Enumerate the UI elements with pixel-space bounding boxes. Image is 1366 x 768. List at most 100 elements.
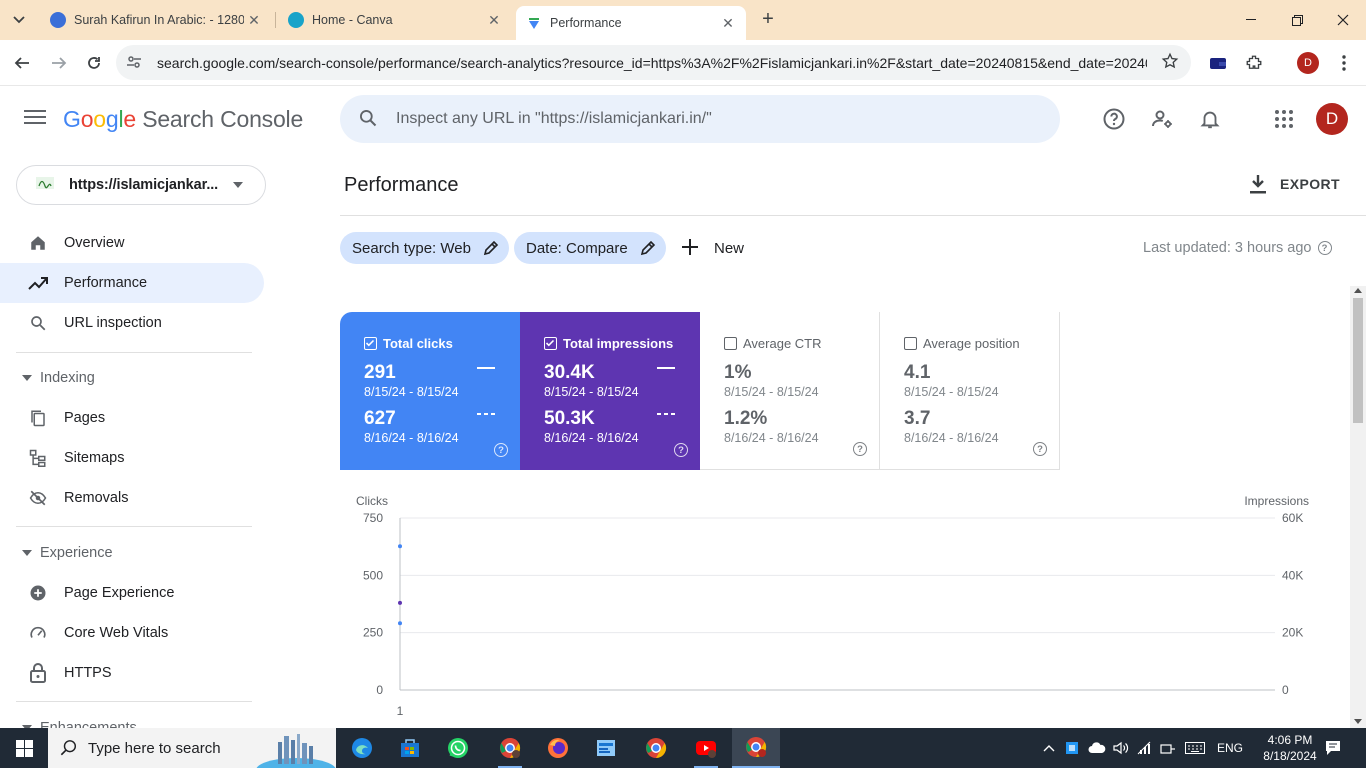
close-window-button[interactable] [1320,0,1366,40]
taskbar-chrome-icon[interactable] [632,728,680,768]
taskbar-store-icon[interactable] [386,728,434,768]
main-menu-icon[interactable] [24,106,46,128]
tray-overflow-chevron-icon[interactable] [1040,728,1058,768]
notification-center-icon[interactable] [1320,728,1346,768]
new-tab-button[interactable]: + [756,8,780,32]
start-button[interactable] [0,728,48,768]
url-inspection-input[interactable] [396,107,1036,131]
close-tab-icon[interactable]: ✕ [718,15,738,32]
metric-average-ctr[interactable]: Average CTR 1% 8/15/24 - 8/15/24 1.2% 8/… [700,312,880,470]
search-highlight-skyline-icon [256,734,336,768]
date-filter-chip[interactable]: Date: Compare [514,232,666,264]
sidebar-item-performance[interactable]: Performance [0,263,264,303]
metric-total-impressions[interactable]: Total impressions 30.4K 8/15/24 - 8/15/2… [520,312,700,470]
site-info-icon[interactable] [126,54,144,72]
notifications-bell-icon[interactable] [1197,106,1223,132]
sidebar-item-overview[interactable]: Overview [0,223,264,263]
sidebar-section-experience[interactable]: Experience [0,533,264,573]
browser-tab-performance[interactable]: Performance ✕ [516,6,746,40]
taskbar-firefox-icon[interactable] [534,728,582,768]
page-scrollbar[interactable] [1350,286,1366,728]
taskbar-edge-icon[interactable] [338,728,386,768]
address-bar[interactable]: search.google.com/search-console/perform… [116,45,1191,80]
checkbox-unchecked-icon[interactable] [724,337,737,350]
taskbar-clock[interactable]: 4:06 PM 8/18/2024 [1256,732,1324,764]
browser-profile-avatar[interactable]: D [1297,52,1319,74]
sidebar-item-pages[interactable]: Pages [0,398,264,438]
tray-volume-icon[interactable] [1110,728,1132,768]
sidebar-item-sitemaps[interactable]: Sitemaps [0,438,264,478]
account-avatar[interactable]: D [1316,103,1348,135]
apps-grid-icon[interactable] [1271,106,1297,132]
browser-tab-surah[interactable]: Surah Kafirun In Arabic: - 1280 ✕ [40,0,272,40]
taskbar-file-explorer-icon[interactable] [582,728,630,768]
sidebar-section-enhancements[interactable]: Enhancements [0,708,264,728]
close-tab-icon[interactable]: ✕ [244,12,264,29]
back-button[interactable] [8,49,36,77]
reload-button[interactable] [80,49,108,77]
scroll-down-arrow-icon[interactable] [1354,719,1362,724]
x-axis-tick-label: 1 [397,704,404,718]
chip-label: Date: Compare [526,239,628,257]
search-console-logo[interactable]: Google Search Console [63,106,303,133]
browser-tab-canva[interactable]: Home - Canva ✕ [278,0,512,40]
metric-total-clicks[interactable]: Total clicks 291 8/15/24 - 8/15/24 627 8… [340,312,520,470]
checkbox-checked-icon[interactable] [544,337,557,350]
tray-device-icon[interactable] [1158,728,1178,768]
chip-label: Search type: Web [352,239,471,257]
search-type-filter-chip[interactable]: Search type: Web [340,232,509,264]
address-url-text[interactable]: search.google.com/search-console/perform… [157,55,1147,71]
browser-menu-icon[interactable] [1333,52,1355,74]
tray-keyboard-icon[interactable] [1182,728,1208,768]
sidebar-item-label: Removals [64,490,129,506]
new-filter-button[interactable]: New [680,236,744,260]
help-icon[interactable]: ? [674,443,688,457]
help-icon[interactable]: ? [853,442,867,456]
minimize-icon [1246,19,1256,20]
taskbar-search-box[interactable]: Type here to search [48,728,336,768]
property-selector[interactable]: https://islamicjankar... [16,165,266,205]
extension-wallet-icon[interactable] [1207,52,1229,74]
taskbar-whatsapp-icon[interactable] [434,728,482,768]
scroll-up-arrow-icon[interactable] [1354,288,1362,293]
left-axis-tick-label: 750 [363,511,383,525]
close-tab-icon[interactable]: ✕ [484,12,504,29]
bookmark-star-icon[interactable] [1161,52,1179,75]
tray-network-icon[interactable] [1134,728,1156,768]
sidebar-item-page-experience[interactable]: Page Experience [0,573,264,613]
minimize-window-button[interactable] [1228,0,1274,40]
taskbar-chrome-profile-icon[interactable] [486,728,534,768]
help-icon[interactable] [1101,106,1127,132]
collapse-caret-icon [22,550,32,556]
export-button[interactable]: EXPORT [1248,170,1340,198]
help-icon[interactable]: ? [1317,241,1332,255]
search-icon [28,313,48,333]
checkbox-checked-icon[interactable] [364,337,377,350]
tray-language[interactable]: ENG [1212,728,1248,768]
metric-average-position[interactable]: Average position 4.1 8/15/24 - 8/15/24 3… [880,312,1060,470]
right-axis-tick-label: 60K [1282,511,1303,525]
last-updated-text: Last updated: 3 hours ago [1143,240,1312,256]
sidebar-item-url-inspection[interactable]: URL inspection [0,303,264,343]
checkbox-unchecked-icon[interactable] [904,337,917,350]
restore-window-button[interactable] [1274,0,1320,40]
metric-value-compare: 1.2% [724,408,768,429]
taskbar-chrome-active-icon[interactable] [732,728,780,768]
close-icon [1337,14,1349,26]
sidebar-section-indexing[interactable]: Indexing [0,358,264,398]
sidebar-item-removals[interactable]: Removals [0,478,264,518]
tray-app-icon[interactable] [1062,728,1082,768]
forward-button[interactable] [45,49,73,77]
url-inspection-search[interactable] [340,95,1060,143]
help-icon[interactable]: ? [494,443,508,457]
scrollbar-thumb[interactable] [1353,298,1363,423]
google-wordmark: Google [63,106,136,132]
sidebar-item-https[interactable]: HTTPS [0,653,264,693]
help-icon[interactable]: ? [1033,442,1047,456]
tab-search-button[interactable] [6,8,32,32]
extensions-puzzle-icon[interactable] [1243,52,1265,74]
taskbar-youtube-profile-icon[interactable] [682,728,730,768]
tray-onedrive-cloud-icon[interactable] [1086,728,1108,768]
manage-users-icon[interactable] [1149,106,1175,132]
sidebar-item-core-web-vitals[interactable]: Core Web Vitals [0,613,264,653]
